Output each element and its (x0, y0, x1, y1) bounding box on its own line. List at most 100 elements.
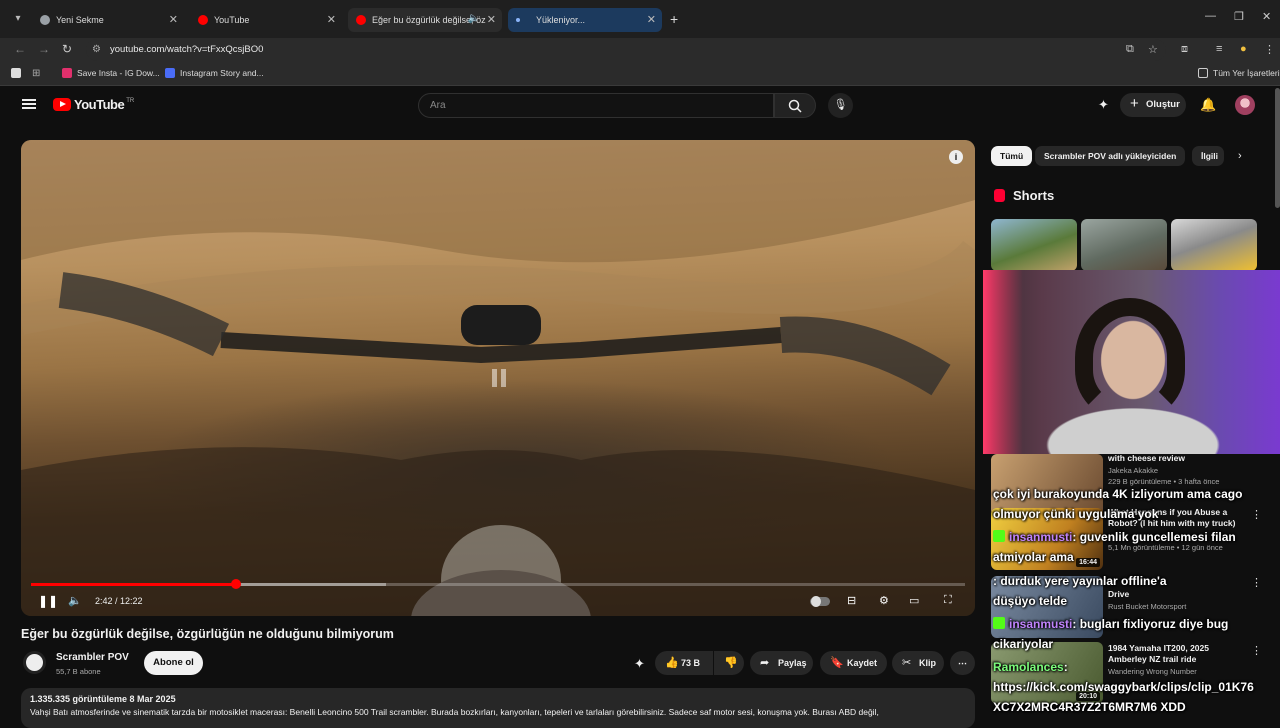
install-icon[interactable]: ⧉ (1126, 43, 1134, 56)
channel-avatar[interactable] (23, 651, 46, 674)
minimize-icon[interactable]: — (1205, 10, 1216, 22)
profile-icon[interactable]: ● (1240, 43, 1247, 55)
fullscreen-icon[interactable]: ⛶ (944, 594, 952, 607)
kebab-menu-icon[interactable]: ⋮ (1251, 576, 1262, 589)
subscribe-button[interactable]: Abone ol (144, 651, 203, 675)
volume-icon[interactable]: 🔈 (68, 594, 82, 607)
tab-search-icon[interactable]: ▾ (10, 11, 26, 27)
description-text: Vahşi Batı atmosferinde ve sinematik tar… (30, 707, 879, 717)
streamer-webcam-overlay (983, 270, 1280, 454)
dislike-button[interactable]: 👎 (714, 651, 744, 675)
gemini-icon[interactable]: ✦ (1098, 97, 1109, 113)
insta-favicon-icon (62, 68, 72, 78)
restore-icon[interactable]: ❐ (1234, 10, 1244, 23)
kick-badge-icon (993, 617, 1005, 629)
search-input[interactable]: Ara (418, 93, 774, 118)
account-avatar[interactable] (1235, 95, 1255, 115)
center-pause-icon[interactable] (490, 369, 508, 387)
info-icon[interactable]: i (949, 150, 963, 164)
search-button[interactable] (774, 93, 816, 118)
kebab-menu-icon[interactable]: ⋮ (1264, 43, 1275, 56)
bookmark-save-insta[interactable]: Save Insta - IG Dow... (62, 68, 160, 78)
notifications-bell-icon[interactable]: 🔔 (1200, 97, 1216, 113)
pause-icon[interactable]: ❚❚ (38, 594, 58, 608)
share-button[interactable]: ➦ Paylaş (750, 651, 813, 675)
close-icon[interactable]: ✕ (169, 13, 178, 26)
save-button[interactable]: 🔖 Kaydet (820, 651, 887, 675)
shorts-heading: Shorts (994, 188, 1054, 203)
chat-line: olmuyor çünki uygulama yok (993, 507, 1159, 521)
chip-all[interactable]: Tümü (991, 146, 1033, 166)
tab-youtube[interactable]: YouTube ✕ (190, 8, 342, 32)
sidebar-video-3[interactable]: 1984 Yamaha IT200, 2025 Amberley NZ trai… (1108, 643, 1248, 676)
scrubber-handle[interactable] (230, 579, 241, 589)
share-arrow-icon: ➦ (760, 657, 770, 669)
address-bar[interactable]: ⚙ youtube.com/watch?v=tFxxQcsjBO0 (86, 39, 1166, 61)
close-icon[interactable]: ✕ (647, 13, 656, 26)
chip-from-uploader[interactable]: Scrambler POV adlı yükleyiciden (1035, 146, 1186, 166)
bookmark-square-icon[interactable] (11, 68, 26, 78)
clip-button[interactable]: ✂ Klip (892, 651, 944, 675)
channel-name[interactable]: Scrambler POV (56, 652, 129, 663)
voice-search-mic-icon[interactable]: 🎙 (828, 93, 853, 118)
extensions-icon[interactable]: ⧈ (1181, 43, 1188, 56)
kebab-menu-icon[interactable]: ⋮ (1251, 644, 1262, 657)
forward-arrow-icon[interactable]: → (38, 42, 50, 56)
settings-gear-icon[interactable]: ⚙ (879, 594, 889, 607)
tab-new-tab[interactable]: Yeni Sekme ✕ (32, 8, 184, 32)
more-actions-icon[interactable]: ⋯ (950, 651, 975, 675)
browser-tab-bar: ▾ Yeni Sekme ✕ YouTube ✕ Eğer bu özgürlü… (0, 0, 1280, 38)
short-thumbnail[interactable] (1171, 219, 1257, 271)
theater-mode-icon[interactable]: ▭ (909, 594, 919, 607)
menu-icon[interactable] (22, 99, 36, 109)
subtitles-icon[interactable]: ⊟ (847, 594, 856, 607)
apps-grid-icon[interactable]: ⊞ (32, 68, 40, 79)
all-bookmarks[interactable]: Tüm Yer İşaretleri (1198, 68, 1280, 78)
bookmark-icon: 🔖 (830, 657, 844, 669)
subscriber-count: 55,7 B abone (56, 667, 101, 676)
search-icon (788, 99, 802, 113)
short-thumbnail[interactable] (1081, 219, 1167, 271)
new-tab-plus-icon[interactable]: + (670, 11, 678, 27)
close-icon[interactable]: ✕ (327, 13, 336, 26)
ask-gemini-icon[interactable]: ✦ (634, 656, 645, 672)
close-window-icon[interactable]: ✕ (1262, 10, 1271, 23)
views-and-date: 1.335.335 görüntüleme 8 Mar 2025 (30, 694, 176, 704)
chevron-right-icon[interactable]: › (1238, 150, 1242, 162)
chat-line: insanmusti: guvenlik guncellemesi filan (993, 530, 1236, 545)
speaker-icon[interactable]: 🔈 (468, 13, 480, 24)
description-box[interactable]: 1.335.335 görüntüleme 8 Mar 2025 Vahşi B… (21, 688, 975, 728)
chat-line: insanmusti: bugları fixliyoruz diye bug (993, 617, 1228, 632)
youtube-logo[interactable]: YouTube TR (53, 97, 134, 112)
thumbs-up-icon: 👍 (665, 657, 679, 669)
sidebar-video-0[interactable]: with cheese review Jakeka Akakke 229 B g… (1108, 453, 1219, 486)
sidebar-video-2[interactable]: Drive Rust Bucket Motorsport (1108, 589, 1186, 611)
scissors-icon: ✂ (902, 657, 912, 669)
video-player[interactable]: i ❚❚ 🔈 2:42 / 12:22 ⊟ ⚙ ▭ ⛶ (21, 140, 975, 616)
tab-current-video[interactable]: Eğer bu özgürlük değilse, öz 🔈 ✕ (348, 8, 502, 32)
tab-loading[interactable]: Yükleniyor... ✕ (508, 8, 662, 32)
bookmarks-bar: ⊞ Save Insta - IG Dow... Instagram Story… (0, 62, 1280, 86)
chat-line: Ramolances: (993, 660, 1068, 674)
media-control-icon[interactable]: ≡ (1216, 43, 1222, 55)
chip-related[interactable]: İlgili (1192, 146, 1224, 166)
bookmark-instagram-story[interactable]: Instagram Story and... (165, 68, 264, 78)
back-arrow-icon[interactable]: ← (14, 42, 26, 56)
kebab-menu-icon[interactable]: ⋮ (1251, 508, 1262, 521)
site-settings-icon[interactable]: ⚙ (92, 39, 101, 61)
page-scrollbar[interactable] (1275, 88, 1280, 208)
create-button[interactable]: Oluştur (1120, 92, 1186, 117)
chat-line: düşüyo telde (993, 594, 1068, 608)
reload-icon[interactable]: ↻ (62, 42, 72, 56)
chat-line: XC7X2MRC4R37Z2T6MR7M6 XDD (993, 700, 1186, 714)
progress-bar[interactable] (31, 579, 965, 589)
short-thumbnail[interactable] (991, 219, 1077, 271)
chat-line: https://kick.com/swaggybark/clips/clip_0… (993, 680, 1254, 694)
star-bookmark-icon[interactable]: ☆ (1148, 43, 1158, 56)
globe-icon (40, 15, 50, 25)
like-button[interactable]: 👍 73 B (655, 651, 713, 675)
youtube-favicon-icon (356, 15, 366, 25)
close-icon[interactable]: ✕ (487, 13, 496, 26)
autoplay-toggle[interactable] (810, 596, 830, 607)
played-bar (31, 583, 236, 586)
